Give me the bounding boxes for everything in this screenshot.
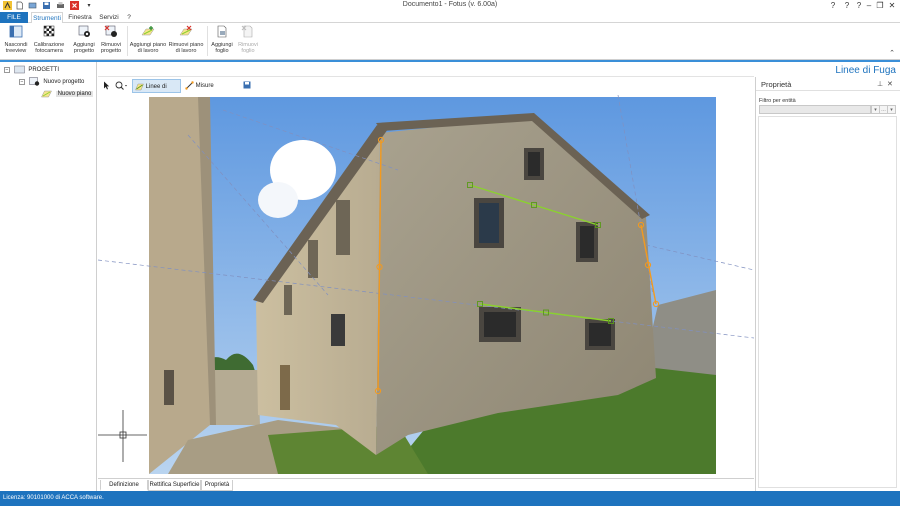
zoom-tool-button[interactable] [113,79,129,93]
close-panel-icon[interactable]: ✕ [887,80,893,88]
menu-bar: FILE Strumenti Finestra Servizi ? [0,12,900,24]
title-bar: ▾ Documento1 - Fotus (v. 6.00a) ? ? ? – … [0,0,900,12]
properties-grid [758,116,897,488]
status-bar: Licenza: 90101000 di ACCA software. [0,491,900,506]
tab-definizione-piano[interactable]: Definizione piano [100,480,148,499]
projects-folder-icon [13,65,25,74]
photo-viewport[interactable] [98,95,754,478]
tab-proprieta[interactable]: Proprietà [201,480,233,491]
entity-filter-input[interactable] [759,105,871,114]
workspace-title: Linee di Fuga [835,65,896,76]
checkerboard-icon [43,25,55,37]
remove-work-plane-button[interactable]: Rimuovi piano di lavoro [167,25,205,54]
add-sheet-icon [217,25,227,38]
floppy-disk-icon [243,81,251,89]
filter-clear-icon[interactable]: ▾ [887,105,896,114]
close-button[interactable]: ✕ [887,1,897,11]
settings-icon[interactable]: ? [842,1,852,11]
sample-measures-button[interactable]: Misure campione [183,79,238,103]
tree-item-plane[interactable]: Nuovo piano [41,89,94,98]
collapse-ribbon-icon[interactable]: ⌃ [889,49,895,57]
camera-calibration-button[interactable]: Calibrazione fotocamera [33,25,65,54]
add-plane-icon [141,26,155,36]
remove-project-icon [104,25,117,37]
vanishing-lines-icon [135,83,144,91]
remove-project-button[interactable]: Rimuovi progetto [98,25,124,54]
tree-item-project[interactable]: − Nuovo progetto [19,77,84,86]
tab-servizi[interactable]: Servizi [98,12,120,23]
view-toolbar: Linee di Fuga Misure campione [98,76,754,104]
maximize-button[interactable]: ❐ [875,1,885,11]
ribbon-separator [207,26,208,56]
project-camera-icon [28,77,39,86]
help-icon[interactable]: ? [854,1,864,11]
window-title: Documento1 - Fotus (v. 6.00a) [402,1,498,8]
treeview-icon [9,25,23,38]
main-workspace: Linee di Fuga Linee di Fuga Misure campi… [98,62,896,499]
remove-sheet-icon [241,25,253,38]
save-view-button[interactable] [241,79,253,93]
ribbon-separator [127,26,128,56]
add-project-button[interactable]: Aggiungi progetto [70,25,98,54]
properties-title: Proprietà [761,80,792,89]
remove-plane-icon [179,25,193,36]
work-plane-icon [41,90,52,98]
tab-help[interactable]: ? [124,12,134,23]
hide-treeview-button[interactable]: Nascondi treeview [2,25,30,54]
pin-icon[interactable]: ⊥ [877,80,883,88]
minimize-button[interactable]: – [864,1,874,11]
file-menu[interactable]: FILE [0,12,28,23]
zoom-icon [115,81,127,90]
collapse-icon[interactable]: − [4,66,10,73]
filter-label: Filtro per entità [759,98,796,104]
ribbon: Nascondi treeview Calibrazione fotocamer… [0,23,900,60]
tab-rettifica-superficie[interactable]: Rettifica Superficie [148,480,201,491]
vanishing-lines-button[interactable]: Linee di Fuga [132,79,181,104]
properties-header: Proprietà ⊥ ✕ [756,77,900,91]
remove-sheet-button[interactable]: Rimuovi foglio [235,25,261,54]
building-photo [98,95,754,478]
add-sheet-button[interactable]: Aggiungi foglio [209,25,235,54]
measure-icon [185,81,194,90]
photo-canvas[interactable] [98,95,754,478]
project-treeview: − PROGETTI − Nuovo progetto Nuovo piano [0,62,97,491]
bottom-tab-bar: Definizione piano Rettifica Superficie P… [98,478,754,499]
add-work-plane-button[interactable]: Aggiungi piano di lavoro [129,25,167,54]
pointer-icon [104,81,110,90]
tab-finestra[interactable]: Finestra [66,12,94,23]
tree-item-progetti[interactable]: − PROGETTI [4,65,59,74]
properties-panel: Proprietà ⊥ ✕ Filtro per entità ▾ … ▾ [755,77,900,491]
help-arrows-icon[interactable]: ? [828,1,838,11]
select-tool-button[interactable] [101,79,111,93]
add-project-icon [78,25,90,37]
collapse-icon[interactable]: − [19,78,25,85]
